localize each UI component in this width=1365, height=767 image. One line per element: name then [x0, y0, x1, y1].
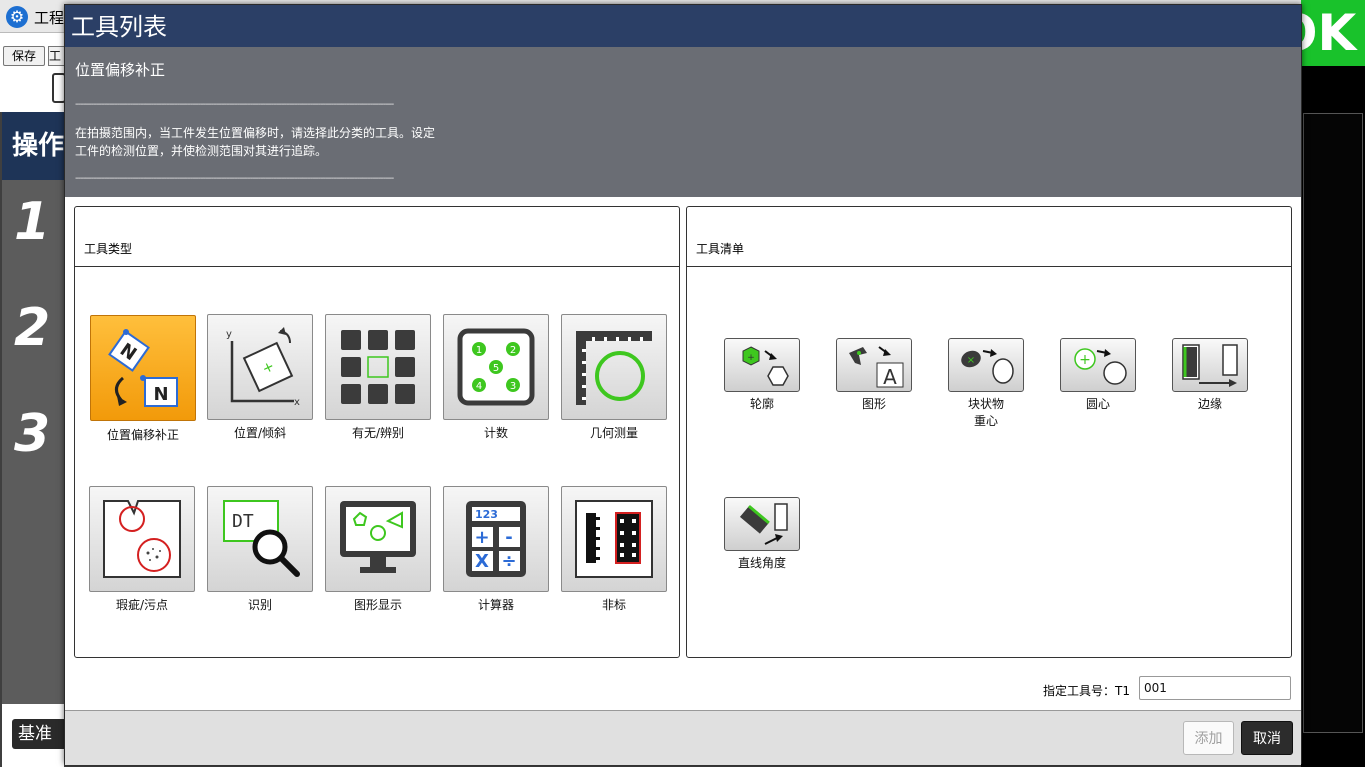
cancel-button[interactable]: 取消 — [1241, 721, 1293, 755]
recognition-magnifier-icon: DT — [223, 500, 300, 577]
tool-blob-centroid-label-line2: 重心 — [973, 414, 998, 428]
svg-text:X: X — [475, 551, 489, 572]
svg-text:1: 1 — [476, 345, 482, 356]
tool-edge[interactable] — [1172, 338, 1248, 392]
svg-text:4: 4 — [476, 381, 482, 392]
judgement-ok-badge: OK — [1301, 0, 1365, 66]
tool-type-defect[interactable] — [89, 486, 195, 592]
tool-circle-center-label: 圆心 — [1085, 397, 1110, 411]
pattern-icon: A — [849, 346, 904, 389]
tool-blob-centroid-label: 块状物 重心 — [936, 396, 1036, 430]
svg-text:y: y — [226, 329, 232, 340]
svg-text:N: N — [153, 384, 168, 405]
tool-list-header: 工具清单 — [687, 207, 1291, 267]
tool-type-header-label: 工具类型 — [84, 242, 133, 256]
blob-centroid-icon: × — [961, 349, 1014, 384]
tool-blob-centroid[interactable]: × — [948, 338, 1024, 392]
tool-type-nonstandard[interactable] — [561, 486, 667, 592]
presence-grid-icon — [341, 330, 415, 404]
tool-type-nonstandard-label: 非标 — [601, 598, 626, 612]
tool-blob-centroid-label-line1: 块状物 — [967, 397, 1004, 411]
step-1-number[interactable]: 1 — [14, 192, 50, 252]
tool-list-panel: 工具清单 + 轮廓 A 图形 × 块状物 重心 + 圆心 边缘 直线角度 — [686, 206, 1292, 658]
add-button[interactable]: 添加 — [1183, 721, 1234, 755]
position-offset-icon: N N — [108, 329, 178, 407]
defect-stain-icon — [103, 500, 181, 578]
description-line-2: 工件的检测位置，并使检测范围对其进行追踪。 — [75, 144, 328, 158]
tool-list-dialog: 工具列表 位置偏移补正 ----------------------------… — [64, 4, 1302, 765]
svg-text:A: A — [883, 365, 897, 389]
tool-type-recognition[interactable]: DT — [207, 486, 313, 592]
calculator-icon: 123 + - X ÷ — [466, 501, 526, 577]
tool-circle-center[interactable]: + — [1060, 338, 1136, 392]
tool-type-position-offset[interactable]: N N — [90, 315, 196, 421]
tool-type-position-tilt[interactable]: y x + — [207, 314, 313, 420]
description-area: 位置偏移补正 ---------------------------------… — [65, 47, 1301, 197]
svg-text:-: - — [505, 527, 512, 548]
description-separator-top: ----------------------------------------… — [75, 99, 394, 110]
tool-type-count[interactable]: 1 2 5 4 3 — [443, 314, 549, 420]
tool-line-angle-label: 直线角度 — [737, 556, 786, 570]
tool-type-geometry[interactable] — [561, 314, 667, 420]
tool-type-calculator[interactable]: 123 + - X ÷ — [443, 486, 549, 592]
base-button-label: 基准 — [18, 724, 52, 744]
save-button[interactable]: 保存 — [3, 46, 45, 66]
graphic-display-icon — [340, 501, 416, 573]
base-button[interactable]: 基准 — [12, 719, 64, 749]
tool-type-graphic-display[interactable] — [325, 486, 431, 592]
gear-icon[interactable]: ⚙ — [6, 6, 28, 28]
svg-text:+: + — [1079, 352, 1091, 368]
edge-icon — [1182, 344, 1238, 387]
tool-number-input[interactable] — [1139, 676, 1291, 700]
tool-line-angle[interactable] — [724, 497, 800, 551]
svg-text:x: x — [294, 397, 300, 408]
tool-list-header-label: 工具清单 — [696, 242, 745, 256]
tool-pattern-label: 图形 — [861, 397, 886, 411]
description-heading: 位置偏移补正 — [75, 61, 166, 79]
tool-type-header: 工具类型 — [75, 207, 679, 267]
tool-type-panel: 工具类型 N N 位置偏移补正 y x + 位置/倾斜 有无/辨别 1 2 5 … — [74, 206, 680, 658]
svg-text:123: 123 — [475, 508, 498, 521]
svg-text:+: + — [747, 353, 755, 363]
svg-text:5: 5 — [493, 363, 499, 374]
tool-number-label: 指定工具号：T1 — [1043, 684, 1130, 698]
dialog-title: 工具列表 — [65, 5, 1301, 47]
tool-edge-label: 边缘 — [1197, 397, 1222, 411]
svg-text:2: 2 — [510, 345, 516, 356]
svg-text:+: + — [474, 527, 489, 548]
line-angle-icon — [739, 503, 788, 545]
description-separator-bottom: ----------------------------------------… — [75, 173, 394, 184]
contour-icon: + — [742, 346, 789, 386]
operations-heading: 操作 — [2, 112, 64, 180]
dialog-footer: 添加 取消 — [65, 710, 1301, 765]
tool-contour[interactable]: + — [724, 338, 800, 392]
geometry-measure-icon — [576, 331, 652, 405]
app-title: 工程 — [34, 9, 65, 27]
svg-text:3: 3 — [510, 381, 516, 392]
tool-pattern[interactable]: A — [836, 338, 912, 392]
step-2-number[interactable]: 2 — [14, 298, 50, 358]
nonstandard-icon — [575, 500, 653, 578]
description-body: 在拍摄范围内，当工件发生位置偏移时，请选择此分类的工具。设定 工件的检测位置，并… — [75, 124, 495, 160]
svg-text:×: × — [967, 355, 975, 366]
svg-text:÷: ÷ — [501, 551, 516, 572]
position-tilt-icon: y x + — [226, 327, 300, 408]
tool-type-presence[interactable] — [325, 314, 431, 420]
circle-center-icon: + — [1074, 348, 1127, 385]
count-icon: 1 2 5 4 3 — [457, 328, 535, 406]
tool-contour-label: 轮廓 — [749, 397, 774, 411]
svg-text:DT: DT — [232, 511, 254, 532]
tool-type-geometry-label: 几何测量 — [589, 426, 638, 440]
right-status-inner — [1303, 113, 1363, 733]
step-3-number[interactable]: 3 — [14, 404, 50, 464]
description-line-1: 在拍摄范围内，当工件发生位置偏移时，请选择此分类的工具。设定 — [75, 126, 436, 140]
